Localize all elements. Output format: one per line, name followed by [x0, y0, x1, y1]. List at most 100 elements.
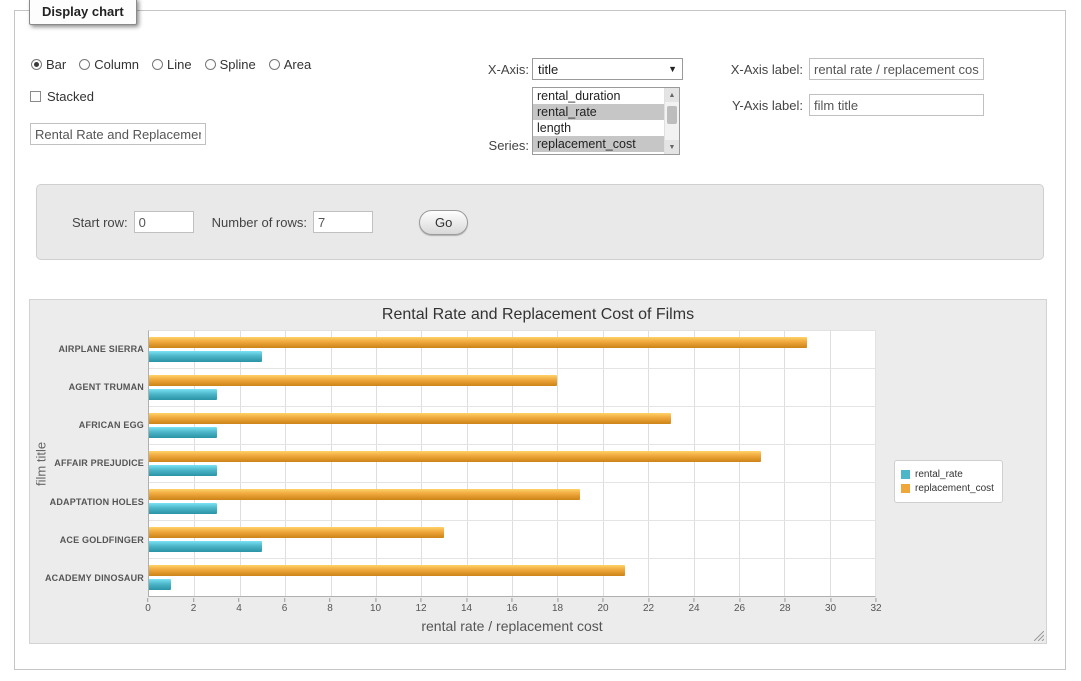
chart-type-spline[interactable]: Spline	[205, 57, 256, 72]
checkbox-icon[interactable]	[30, 91, 41, 102]
series-option-replacement_cost[interactable]: replacement_cost	[533, 136, 664, 152]
scroll-up-icon[interactable]: ▲	[665, 88, 679, 102]
xaxis-label-input[interactable]	[809, 58, 984, 80]
bar-replacement_cost[interactable]	[149, 565, 625, 576]
tick-mark	[148, 598, 149, 602]
tick-label: 12	[415, 603, 426, 614]
chart-type-label: Bar	[46, 57, 66, 72]
chart-type-column[interactable]: Column	[79, 57, 139, 72]
bars-container	[149, 331, 875, 596]
bar-rental_rate[interactable]	[149, 579, 171, 590]
tick-mark	[876, 598, 877, 602]
tick-mark	[557, 598, 558, 602]
series-option-rental_rate[interactable]: rental_rate	[533, 104, 664, 120]
chart-type-label: Area	[284, 57, 311, 72]
tick-mark	[785, 598, 786, 602]
category-band	[149, 483, 875, 521]
display-chart-fieldset: Display chart BarColumnLineSplineArea St…	[14, 10, 1066, 670]
category-label: AIRPLANE SIERRA	[52, 330, 144, 368]
start-row-input[interactable]	[134, 211, 194, 233]
stacked-checkbox-row[interactable]: Stacked	[30, 89, 94, 104]
chart-type-line[interactable]: Line	[152, 57, 192, 72]
bar-replacement_cost[interactable]	[149, 337, 807, 348]
bar-replacement_cost[interactable]	[149, 375, 557, 386]
chart-legend: rental_rate replacement_cost	[894, 460, 1003, 503]
bar-rental_rate[interactable]	[149, 503, 217, 514]
series-option-length[interactable]: length	[533, 120, 664, 136]
series-listbox[interactable]: rental_durationrental_ratelengthreplacem…	[532, 87, 680, 155]
x-tick: 22	[643, 598, 654, 614]
x-tick: 20	[597, 598, 608, 614]
x-tick: 12	[415, 598, 426, 614]
chart-type-area[interactable]: Area	[269, 57, 311, 72]
x-tick: 18	[552, 598, 563, 614]
resize-handle-icon[interactable]	[1034, 631, 1044, 641]
legend-swatch	[901, 484, 910, 493]
start-row-label: Start row:	[72, 215, 128, 230]
num-rows-label: Number of rows:	[212, 215, 307, 230]
series-option-rental_duration[interactable]: rental_duration	[533, 88, 664, 104]
num-rows-input[interactable]	[313, 211, 373, 233]
tick-label: 2	[191, 603, 197, 614]
radio-icon[interactable]	[205, 59, 216, 70]
radio-icon[interactable]	[152, 59, 163, 70]
radio-icon[interactable]	[31, 59, 42, 70]
yaxis-label-input[interactable]	[809, 94, 984, 116]
radio-icon[interactable]	[269, 59, 280, 70]
scroll-down-icon[interactable]: ▼	[665, 140, 679, 154]
chart-type-bar[interactable]: Bar	[31, 57, 66, 72]
category-band	[149, 407, 875, 445]
category-label: AGENT TRUMAN	[52, 368, 144, 406]
chart-title-input[interactable]	[30, 123, 206, 145]
legend-item-replacement_cost[interactable]: replacement_cost	[901, 483, 994, 494]
x-tick: 2	[191, 598, 197, 614]
bar-replacement_cost[interactable]	[149, 451, 761, 462]
bar-replacement_cost[interactable]	[149, 527, 444, 538]
category-label: AFRICAN EGG	[52, 406, 144, 444]
y-axis-title: film title	[32, 330, 50, 597]
legend-item-rental_rate[interactable]: rental_rate	[901, 469, 994, 480]
chart-title: Rental Rate and Replacement Cost of Film…	[30, 306, 1046, 324]
legend-label: replacement_cost	[915, 483, 994, 494]
listbox-scrollbar[interactable]: ▲ ▼	[664, 88, 679, 154]
chart-type-label: Spline	[220, 57, 256, 72]
x-tick: 4	[236, 598, 242, 614]
bar-replacement_cost[interactable]	[149, 413, 671, 424]
tick-label: 8	[327, 603, 333, 614]
category-axis: AIRPLANE SIERRAAGENT TRUMANAFRICAN EGGAF…	[52, 330, 144, 597]
category-label: AFFAIR PREJUDICE	[52, 444, 144, 482]
tick-mark	[239, 598, 240, 602]
xaxis-label: X-Axis:	[445, 62, 529, 77]
x-tick: 8	[327, 598, 333, 614]
tick-mark	[694, 598, 695, 602]
go-button[interactable]: Go	[419, 210, 468, 235]
series-options: rental_durationrental_ratelengthreplacem…	[533, 88, 664, 154]
row-range-panel: Start row: Number of rows: Go	[36, 184, 1044, 260]
x-tick: 24	[688, 598, 699, 614]
bar-rental_rate[interactable]	[149, 389, 217, 400]
tick-label: 16	[506, 603, 517, 614]
xaxis-select[interactable]: title ▼	[532, 58, 683, 80]
chart-type-label: Column	[94, 57, 139, 72]
x-axis-title: rental rate / replacement cost	[148, 618, 876, 634]
tick-label: 24	[688, 603, 699, 614]
scrollbar-thumb[interactable]	[667, 106, 677, 124]
bar-rental_rate[interactable]	[149, 541, 262, 552]
tick-label: 4	[236, 603, 242, 614]
tick-label: 28	[779, 603, 790, 614]
tick-label: 0	[145, 603, 151, 614]
fieldset-legend: Display chart	[29, 0, 137, 25]
bar-rental_rate[interactable]	[149, 465, 217, 476]
tick-mark	[330, 598, 331, 602]
radio-icon[interactable]	[79, 59, 90, 70]
category-band	[149, 559, 875, 596]
x-tick: 26	[734, 598, 745, 614]
bar-replacement_cost[interactable]	[149, 489, 580, 500]
tick-mark	[648, 598, 649, 602]
tick-mark	[739, 598, 740, 602]
tick-mark	[375, 598, 376, 602]
chart-panel: Rental Rate and Replacement Cost of Film…	[29, 299, 1047, 644]
bar-rental_rate[interactable]	[149, 427, 217, 438]
stacked-label: Stacked	[47, 89, 94, 104]
bar-rental_rate[interactable]	[149, 351, 262, 362]
